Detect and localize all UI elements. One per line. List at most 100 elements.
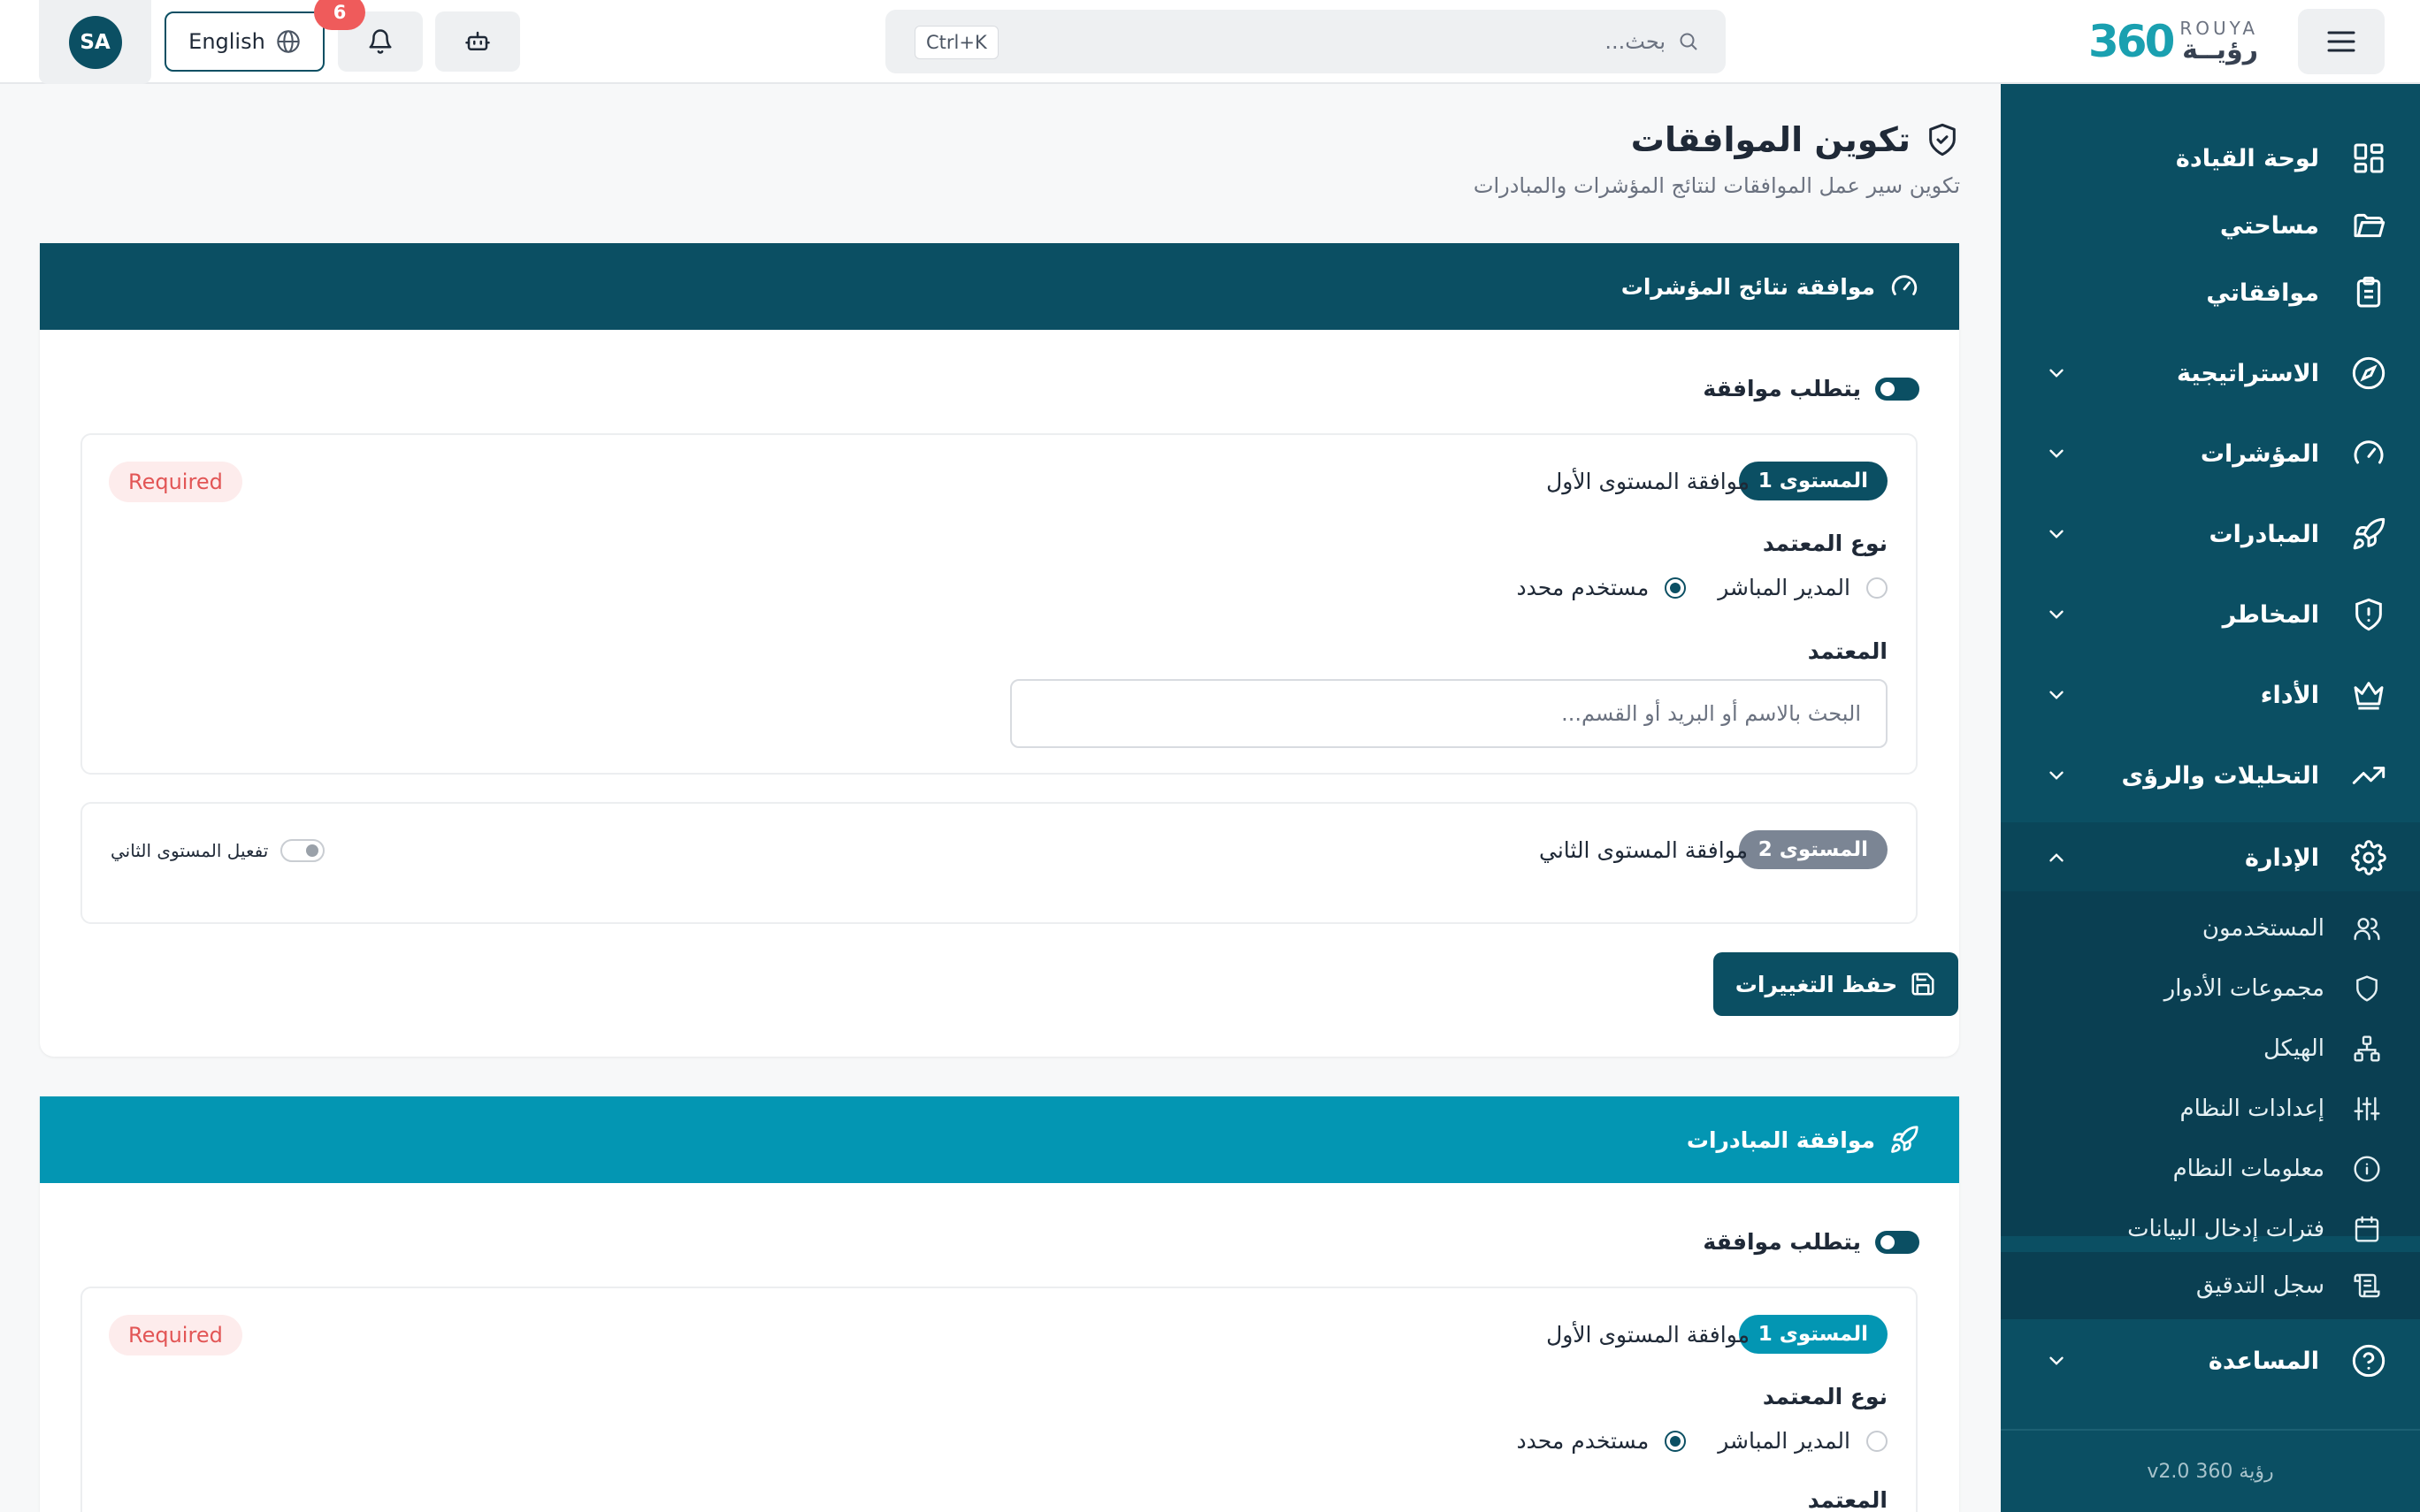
sidebar-item-label: الإدارة xyxy=(2245,844,2319,872)
sidebar-subitem-data-entry-periods[interactable]: فترات إدخال البيانات xyxy=(2001,1199,2420,1259)
approver-type-radios: المدير المباشر مستخدم محدد xyxy=(1517,1428,1888,1454)
rocket-icon xyxy=(2351,516,2386,552)
approver-type-label: نوع المعتمد xyxy=(1762,531,1888,556)
crown-icon xyxy=(2351,677,2386,713)
chevron-down-icon[interactable] xyxy=(2045,1349,2068,1372)
chevron-up-icon[interactable] xyxy=(2045,846,2068,869)
chevron-down-icon[interactable] xyxy=(2045,362,2068,385)
sidebar-item-my-space[interactable]: مساحتي xyxy=(2001,192,2420,259)
requires-approval-label: يتطلب موافقة xyxy=(1703,376,1861,401)
radio-direct-manager-label[interactable]: المدير المباشر xyxy=(1718,575,1850,600)
chevron-down-icon[interactable] xyxy=(2045,603,2068,626)
sidebar-item-label: التحليلات والرؤى xyxy=(2121,761,2319,790)
globe-icon xyxy=(276,29,301,54)
org-chart-icon xyxy=(2353,1035,2381,1063)
sidebar-item-my-approvals[interactable]: موافقاتي xyxy=(2001,259,2420,326)
level-1-card: المستوى 1 موافقة المستوى الأول Required … xyxy=(80,433,1918,775)
notifications-count-badge: 6 xyxy=(314,0,365,30)
sidebar-item-kpis[interactable]: المؤشرات xyxy=(2001,420,2420,487)
sidebar-item-help[interactable]: المساعدة xyxy=(2001,1327,2420,1394)
radio-specific-user-label[interactable]: مستخدم محدد xyxy=(1517,575,1650,600)
chevron-down-icon[interactable] xyxy=(2045,683,2068,706)
sidebar-item-label: مساحتي xyxy=(2219,211,2319,240)
search-icon xyxy=(1678,31,1699,52)
shield-alert-icon xyxy=(2351,597,2386,632)
bell-icon xyxy=(367,28,394,55)
scroll-icon xyxy=(2353,1271,2381,1300)
chevron-down-icon[interactable] xyxy=(2045,442,2068,465)
panel-title: موافقة المبادرات xyxy=(1686,1126,1875,1153)
save-icon xyxy=(1910,971,1936,997)
sidebar-subitem-label: معلومات النظام xyxy=(2172,1156,2324,1182)
compass-icon xyxy=(2351,355,2386,391)
approver-label: المعتمد xyxy=(1807,638,1888,664)
radio-specific-user[interactable] xyxy=(1665,577,1687,599)
enable-level-2-row: تفعيل المستوى الثاني xyxy=(111,839,325,862)
enable-level-2-toggle[interactable] xyxy=(280,839,325,862)
save-changes-button[interactable]: حفظ التغييرات xyxy=(1713,952,1958,1016)
sidebar-item-label: المساعدة xyxy=(2208,1347,2319,1375)
required-badge: Required xyxy=(109,1315,242,1355)
language-label: English xyxy=(188,29,265,54)
sidebar-subitem-system-info[interactable]: معلومات النظام xyxy=(2001,1139,2420,1199)
kpi-approval-panel: موافقة نتائج المؤشرات يتطلب موافقة المست… xyxy=(40,243,1959,1057)
sidebar-subitem-label: مجموعات الأدوار xyxy=(2163,975,2324,1002)
app-logo[interactable]: 360 ROUYA رؤيــة xyxy=(2088,12,2258,71)
sidebar-item-initiatives[interactable]: المبادرات xyxy=(2001,500,2420,568)
radio-specific-user[interactable] xyxy=(1665,1430,1687,1452)
calendar-icon xyxy=(2353,1215,2381,1243)
dashboard-icon xyxy=(2351,141,2386,176)
sidebar-item-label: موافقاتي xyxy=(2206,279,2319,307)
radio-specific-user-label[interactable]: مستخدم محدد xyxy=(1517,1428,1650,1454)
logo-mark: 360 xyxy=(2088,16,2175,67)
level-1-title: موافقة المستوى الأول xyxy=(1546,469,1750,494)
sidebar-item-label: الأداء xyxy=(2260,681,2319,709)
requires-approval-toggle[interactable] xyxy=(1875,1230,1919,1254)
search-shortcut-hint: Ctrl+K xyxy=(915,26,999,59)
sidebar-subitem-audit-log[interactable]: سجل التدقيق xyxy=(2001,1252,2420,1319)
assistant-button[interactable] xyxy=(435,11,520,72)
search-placeholder: بحث... xyxy=(1604,29,1666,54)
sidebar: لوحة القيادة مساحتي موافقاتي الاستراتيجي… xyxy=(2001,84,2420,1512)
gear-icon xyxy=(2351,840,2386,875)
sidebar-subitem-system-settings[interactable]: إعدادات النظام xyxy=(2001,1079,2420,1139)
page-header: تكوين الموافقات xyxy=(1631,120,1960,159)
radio-direct-manager[interactable] xyxy=(1866,1430,1888,1452)
chevron-down-icon[interactable] xyxy=(2045,764,2068,787)
sidebar-item-label: المخاطر xyxy=(2222,600,2319,629)
sidebar-subitem-structure[interactable]: الهيكل xyxy=(2001,1019,2420,1079)
menu-toggle-button[interactable] xyxy=(2298,9,2385,74)
page-subtitle: تكوين سير عمل الموافقات لنتائج المؤشرات … xyxy=(1473,173,1960,198)
level-1-title: موافقة المستوى الأول xyxy=(1546,1322,1750,1348)
sidebar-subitem-users[interactable]: المستخدمون xyxy=(2001,898,2420,958)
save-changes-label: حفظ التغييرات xyxy=(1735,971,1898,997)
sidebar-item-label: المؤشرات xyxy=(2200,439,2319,468)
approver-search-input[interactable]: البحث بالاسم أو البريد أو القسم... xyxy=(1010,679,1888,748)
user-menu[interactable]: SA xyxy=(39,0,151,84)
page-title: تكوين الموافقات xyxy=(1630,120,1911,159)
approver-type-label: نوع المعتمد xyxy=(1762,1384,1888,1409)
shield-icon xyxy=(2353,974,2381,1003)
sidebar-subitem-label: فترات إدخال البيانات xyxy=(2127,1216,2324,1242)
radio-direct-manager[interactable] xyxy=(1866,577,1888,599)
sidebar-item-performance[interactable]: الأداء xyxy=(2001,661,2420,729)
sidebar-item-dashboard[interactable]: لوحة القيادة xyxy=(2001,125,2420,192)
sidebar-item-admin[interactable]: الإدارة xyxy=(2001,822,2420,893)
rocket-icon xyxy=(1889,1125,1919,1155)
level-1-card: المستوى 1 موافقة المستوى الأول Required … xyxy=(80,1287,1918,1512)
language-switch-button[interactable]: English xyxy=(165,11,325,72)
level-1-badge: المستوى 1 xyxy=(1738,462,1888,500)
sidebar-item-risks[interactable]: المخاطر xyxy=(2001,581,2420,648)
global-search[interactable]: بحث... Ctrl+K xyxy=(885,10,1726,73)
sidebar-subitem-role-groups[interactable]: مجموعات الأدوار xyxy=(2001,958,2420,1019)
requires-approval-toggle[interactable] xyxy=(1875,377,1919,401)
sidebar-item-analytics[interactable]: التحليلات والرؤى xyxy=(2001,742,2420,809)
sidebar-item-strategy[interactable]: الاستراتيجية xyxy=(2001,340,2420,407)
approver-label: المعتمد xyxy=(1807,1487,1888,1512)
radio-direct-manager-label[interactable]: المدير المباشر xyxy=(1718,1428,1850,1454)
sidebar-item-label: لوحة القيادة xyxy=(2175,144,2319,172)
required-badge: Required xyxy=(109,462,242,502)
bot-icon xyxy=(464,28,491,55)
chevron-down-icon[interactable] xyxy=(2045,523,2068,546)
clipboard-icon xyxy=(2351,275,2386,310)
